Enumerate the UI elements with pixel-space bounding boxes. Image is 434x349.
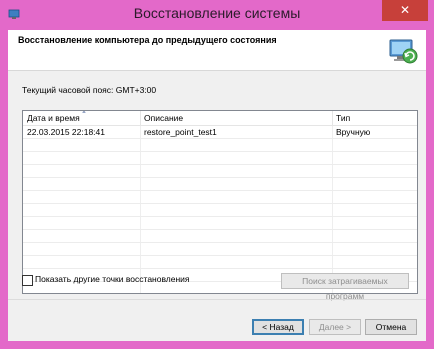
empty-row <box>23 191 417 204</box>
timezone-label: Текущий часовой пояс: GMT+3:00 <box>22 85 157 95</box>
dialog-body: Восстановление компьютера до предыдущего… <box>8 30 426 341</box>
cell-date: 22.03.2015 22:18:41 <box>27 127 105 137</box>
table-header: ▲ Дата и время Описание Тип <box>23 111 417 126</box>
empty-row <box>23 243 417 256</box>
cell-description: restore_point_test1 <box>144 127 217 137</box>
table-rows: 22.03.2015 22:18:41 restore_point_test1 … <box>23 126 417 293</box>
cancel-button[interactable]: Отмена <box>365 319 417 335</box>
show-more-points-label[interactable]: Показать другие точки восстановления <box>35 274 190 284</box>
title-bar: Восстановление системы ✕ <box>0 0 434 30</box>
cell-type: Вручную <box>336 127 371 137</box>
empty-row <box>23 230 417 243</box>
empty-row <box>23 152 417 165</box>
back-button[interactable]: < Назад <box>252 319 304 335</box>
next-button[interactable]: Далее > <box>309 319 361 335</box>
empty-row <box>23 165 417 178</box>
system-restore-icon <box>389 39 418 64</box>
window-title: Восстановление системы <box>133 5 301 21</box>
sort-indicator-icon: ▲ <box>81 110 87 115</box>
empty-row <box>23 139 417 152</box>
empty-row <box>23 178 417 191</box>
empty-row <box>23 256 417 269</box>
page-heading: Восстановление компьютера до предыдущего… <box>18 35 277 45</box>
empty-row <box>23 204 417 217</box>
footer-divider <box>8 299 426 300</box>
column-header-type[interactable]: Тип <box>336 113 350 125</box>
close-button[interactable]: ✕ <box>382 0 428 21</box>
scan-affected-programs-button[interactable]: Поиск затрагиваемых программ <box>281 273 409 301</box>
column-header-date[interactable]: Дата и время <box>27 113 80 125</box>
wizard-header: Восстановление компьютера до предыдущего… <box>8 30 426 71</box>
show-more-points-checkbox[interactable] <box>22 275 33 286</box>
table-row[interactable]: 22.03.2015 22:18:41 restore_point_test1 … <box>23 126 417 139</box>
restore-points-table[interactable]: ▲ Дата и время Описание Тип 22.03.2015 2… <box>22 110 418 294</box>
column-header-description[interactable]: Описание <box>144 113 183 125</box>
empty-row <box>23 217 417 230</box>
